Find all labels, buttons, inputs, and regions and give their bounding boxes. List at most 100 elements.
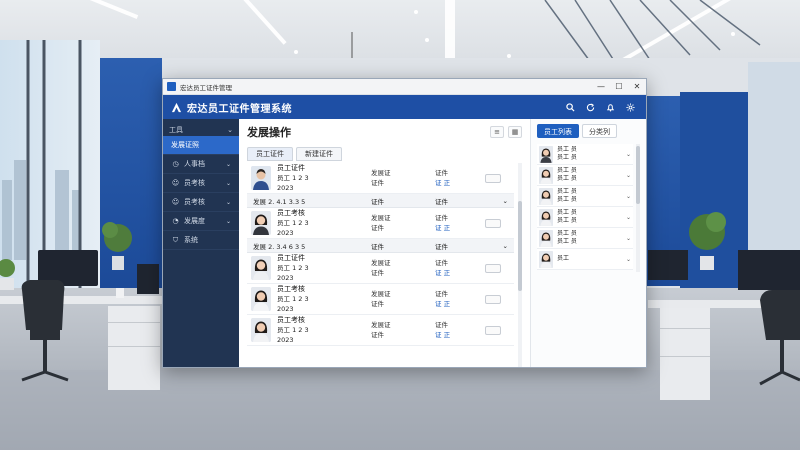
avatar xyxy=(539,229,553,247)
cert-status: 证件 xyxy=(435,321,448,329)
cert-type: 发展证 xyxy=(371,259,391,267)
chart-icon: ◔ xyxy=(172,217,179,225)
sidebar-item-label: 员考核 xyxy=(184,198,205,206)
search-icon[interactable] xyxy=(562,99,578,115)
detail-type: 证件 xyxy=(371,242,384,251)
status-badge: 证 正 xyxy=(435,224,451,232)
bell-icon[interactable] xyxy=(602,99,618,115)
row-toggle[interactable] xyxy=(485,218,501,228)
list-item[interactable]: 员工 员员工 员 ⌄ xyxy=(537,207,633,228)
employee-name: 员工证件 xyxy=(277,254,305,262)
tab-employee-list[interactable]: 员工列表 xyxy=(537,124,579,138)
list-item[interactable]: 员工 ⌄ xyxy=(537,249,633,270)
main-panel: 发展操作 ≡ ▦ 员工证件 新建证件 员工证件 员工 1 2 3 2023 发展证证… xyxy=(239,119,530,367)
employee-name: 员工考核 xyxy=(277,285,305,293)
list-item[interactable]: 员工证件 员工 1 2 3 2023 发展证 证件 证件证 正 xyxy=(247,253,514,284)
sidebar-item-hr-records[interactable]: ◷ 人事档 ⌄ xyxy=(163,155,239,174)
list-item[interactable]: 员工 员员工 员 ⌄ xyxy=(537,144,633,165)
cert-subtype: 证件 xyxy=(371,179,384,187)
employee-name: 员工 员 xyxy=(557,230,577,237)
scrollbar-thumb[interactable] xyxy=(636,146,640,204)
row-toggle[interactable] xyxy=(485,173,501,183)
certificate-list: 员工证件 员工 1 2 3 2023 发展证 证件 证件证 正 发展 2. 4.1 3… xyxy=(247,163,522,367)
chevron-down-icon: ⌄ xyxy=(225,160,231,168)
row-toggle[interactable] xyxy=(485,263,501,273)
cert-type: 发展证 xyxy=(371,214,391,222)
avatar xyxy=(539,187,553,205)
chevron-down-icon: ⌄ xyxy=(625,255,631,263)
chevron-down-icon: ⌄ xyxy=(625,192,631,200)
sidebar-group-header[interactable]: 工具 ⌄ xyxy=(163,123,239,136)
sidebar-item-certificates[interactable]: 发展证照 xyxy=(163,136,239,155)
cert-subtype: 证件 xyxy=(371,300,384,308)
cert-subtype: 证件 xyxy=(371,224,384,232)
sidebar: 工具 ⌄ 发展证照 ◷ 人事档 ⌄ ☺ 员考核 ⌄ ☺ 员考核 ⌄ ◔ 发展度 … xyxy=(163,119,239,367)
employee-name: 员工 xyxy=(557,255,570,262)
main-tabs: 员工证件 新建证件 xyxy=(247,147,522,161)
maximize-button[interactable]: ☐ xyxy=(610,79,628,95)
employee-name: 员工考核 xyxy=(277,209,305,217)
chevron-down-icon: ⌄ xyxy=(625,213,631,221)
close-button[interactable]: ✕ xyxy=(628,79,646,95)
scrollbar-thumb[interactable] xyxy=(518,201,522,291)
employee-id: 员工 1 2 3 xyxy=(277,264,309,272)
app-title: 宏达员工证件管理系统 xyxy=(187,103,292,115)
list-item[interactable]: 员工 员员工 员 ⌄ xyxy=(537,165,633,186)
cert-status: 证件 xyxy=(435,259,448,267)
detail-row[interactable]: 发展 2. 4.1 3.3 5 证件 证件 ⌄ xyxy=(247,194,514,208)
row-toggle[interactable] xyxy=(485,294,501,304)
detail-row[interactable]: 发展 2. 3.4 6 3 5 证件 证件 ⌄ xyxy=(247,239,514,253)
issue-date: 2023 xyxy=(277,184,294,192)
sidebar-item-development[interactable]: ◔ 发展度 ⌄ xyxy=(163,212,239,231)
list-item[interactable]: 员工考核 员工 1 2 3 2023 发展证 证件 证件证 正 xyxy=(247,315,514,346)
sidebar-item-assessment[interactable]: ☺ 员考核 ⌄ xyxy=(163,174,239,193)
sidebar-item-assessment-2[interactable]: ☺ 员考核 ⌄ xyxy=(163,193,239,212)
status-badge: 证 正 xyxy=(435,179,451,187)
chevron-down-icon: ⌄ xyxy=(502,241,508,250)
filter-button[interactable]: ≡ xyxy=(490,126,504,138)
cert-subtype: 证件 xyxy=(371,269,384,277)
avatar xyxy=(251,166,271,190)
list-item[interactable]: 员工考核 员工 1 2 3 2023 发展证 证件 证件证 正 xyxy=(247,208,514,239)
list-item[interactable]: 员工证件 员工 1 2 3 2023 发展证 证件 证件证 正 xyxy=(247,163,514,194)
detail-status: 证件 xyxy=(435,197,448,206)
refresh-icon[interactable] xyxy=(582,99,598,115)
shield-icon: ⛉ xyxy=(172,235,179,244)
settings-icon[interactable] xyxy=(622,99,638,115)
tab-employee-certificates[interactable]: 员工证件 xyxy=(247,147,293,161)
tab-new-certificate[interactable]: 新建证件 xyxy=(296,147,342,161)
app-window: 宏达员工证件管理 — ☐ ✕ 宏达员工证件管理系统 工具 ⌄ 发展证照 ◷ 人事… xyxy=(162,78,647,368)
list-item[interactable]: 员工 员员工 员 ⌄ xyxy=(537,186,633,207)
issue-date: 2023 xyxy=(277,336,294,344)
list-item[interactable]: 员工考核 员工 1 2 3 2023 发展证 证件 证件证 正 xyxy=(247,284,514,315)
cert-subtype: 证件 xyxy=(371,331,384,339)
sidebar-item-label: 员考核 xyxy=(184,179,205,187)
avatar xyxy=(251,318,271,342)
employee-name: 员工 员 xyxy=(557,146,577,153)
chevron-down-icon: ⌄ xyxy=(625,234,631,242)
cert-type: 发展证 xyxy=(371,290,391,298)
tab-category[interactable]: 分类列 xyxy=(582,124,617,138)
sidebar-item-label: 人事档 xyxy=(184,160,205,168)
list-item[interactable]: 员工 员员工 员 ⌄ xyxy=(537,228,633,249)
issue-date: 2023 xyxy=(277,274,294,282)
sidebar-group-label: 工具 xyxy=(169,125,183,134)
window-titlebar: 宏达员工证件管理 — ☐ ✕ xyxy=(163,79,646,95)
avatar xyxy=(251,287,271,311)
detail-status: 证件 xyxy=(435,242,448,251)
chevron-down-icon: ⌄ xyxy=(225,179,231,187)
detail-code: 发展 2. 3.4 6 3 5 xyxy=(253,242,306,251)
employee-name: 员工考核 xyxy=(277,316,305,324)
grid-view-button[interactable]: ▦ xyxy=(508,126,522,138)
list-scrollbar[interactable] xyxy=(518,163,522,367)
chevron-down-icon: ⌄ xyxy=(625,150,631,158)
window-title: 宏达员工证件管理 xyxy=(180,83,232,92)
panel-scrollbar[interactable] xyxy=(636,144,640,272)
avatar xyxy=(539,166,553,184)
employee-id: 员工 1 2 3 xyxy=(277,326,309,334)
issue-date: 2023 xyxy=(277,305,294,313)
sidebar-item-system[interactable]: ⛉ 系统 xyxy=(163,231,239,250)
minimize-button[interactable]: — xyxy=(592,79,610,95)
employee-list: 员工 员员工 员 ⌄ 员工 员员工 员 ⌄ 员工 员员工 员 ⌄ 员工 员员工 … xyxy=(537,144,640,272)
row-toggle[interactable] xyxy=(485,325,501,335)
